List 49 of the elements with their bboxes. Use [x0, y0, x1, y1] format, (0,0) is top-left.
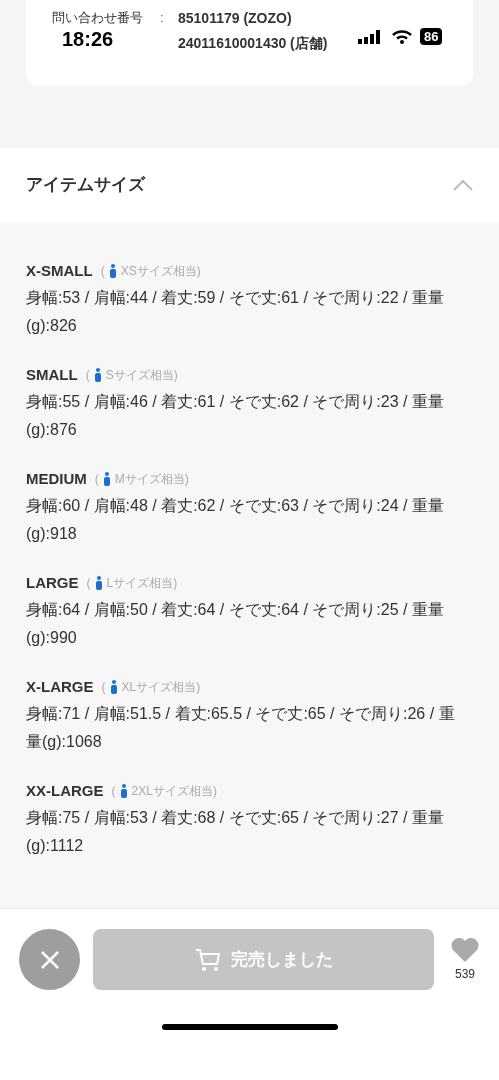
paren: ( [85, 367, 90, 384]
paren: ( [94, 471, 99, 488]
size-specs: 身幅:60 / 肩幅:48 / 着丈:62 / そで丈:63 / そで周り:24 / 重量(g):918 [26, 496, 445, 544]
person-icon [93, 368, 102, 382]
size-name: XX-LARGE [26, 780, 104, 801]
wifi-icon [392, 29, 412, 44]
size-equivalent: Mサイズ相当 [114, 471, 185, 488]
paren: ( [111, 783, 116, 800]
separator: : [160, 9, 165, 27]
heart-icon[interactable] [450, 936, 480, 963]
size-name: X-LARGE [26, 676, 94, 697]
size-specs: 身幅:55 / 肩幅:46 / 着丈:61 / そで丈:62 / そで周り:23 / 重量(g):876 [26, 392, 445, 440]
size-specs: 身幅:75 / 肩幅:53 / 着丈:68 / そで丈:65 / そで周り:27 / 重量(g):1112 [26, 808, 445, 856]
size-specs: 身幅:71 / 肩幅:51.5 / 着丈:65.5 / そで丈:65 / そで周り:26 / 重量(g):1068 [26, 704, 456, 752]
close-button[interactable] [19, 929, 80, 990]
paren: ) [196, 263, 201, 280]
size-equivalent: Sサイズ相当 [105, 367, 174, 384]
size-specs: 身幅:53 / 肩幅:44 / 着丈:59 / そで丈:61 / そで周り:22 / 重量(g):826 [26, 288, 445, 336]
section-header[interactable]: アイテムサイズ [0, 148, 499, 222]
cart-icon [194, 947, 221, 972]
paren: ( [86, 575, 91, 592]
size-equivalent: Lサイズ相当 [106, 575, 174, 592]
inquiry-label: 問い合わせ番号 [52, 9, 144, 27]
paren: ) [212, 783, 217, 800]
battery-icon: 86 [420, 28, 443, 45]
person-icon [102, 472, 111, 486]
paren: ) [173, 575, 178, 592]
size-name: MEDIUM [26, 468, 87, 489]
favorite-count: 539 [455, 965, 475, 983]
person-icon [94, 576, 103, 590]
paren: ) [184, 471, 189, 488]
person-icon [108, 264, 117, 278]
inquiry-number: 24011610001430 (店舗) [178, 34, 328, 53]
paren: ( [100, 263, 105, 280]
size-equivalent: XLサイズ相当 [121, 679, 197, 696]
close-icon [39, 949, 60, 970]
status-time: 18:26 [62, 28, 114, 50]
size-equivalent: XSサイズ相当 [120, 263, 197, 280]
paren: ) [196, 679, 201, 696]
size-equivalent: 2XLサイズ相当 [131, 783, 213, 800]
size-name: SMALL [26, 364, 78, 385]
inquiry-number: 85101179 (ZOZO) [178, 9, 293, 28]
person-icon [119, 784, 128, 798]
size-name: X-SMALL [26, 260, 93, 281]
paren: ) [173, 367, 178, 384]
size-specs: 身幅:64 / 肩幅:50 / 着丈:64 / そで丈:64 / そで周り:25 / 重量(g):990 [26, 600, 445, 648]
paren: ( [101, 679, 106, 696]
person-icon [109, 680, 118, 694]
size-name: LARGE [26, 572, 79, 593]
